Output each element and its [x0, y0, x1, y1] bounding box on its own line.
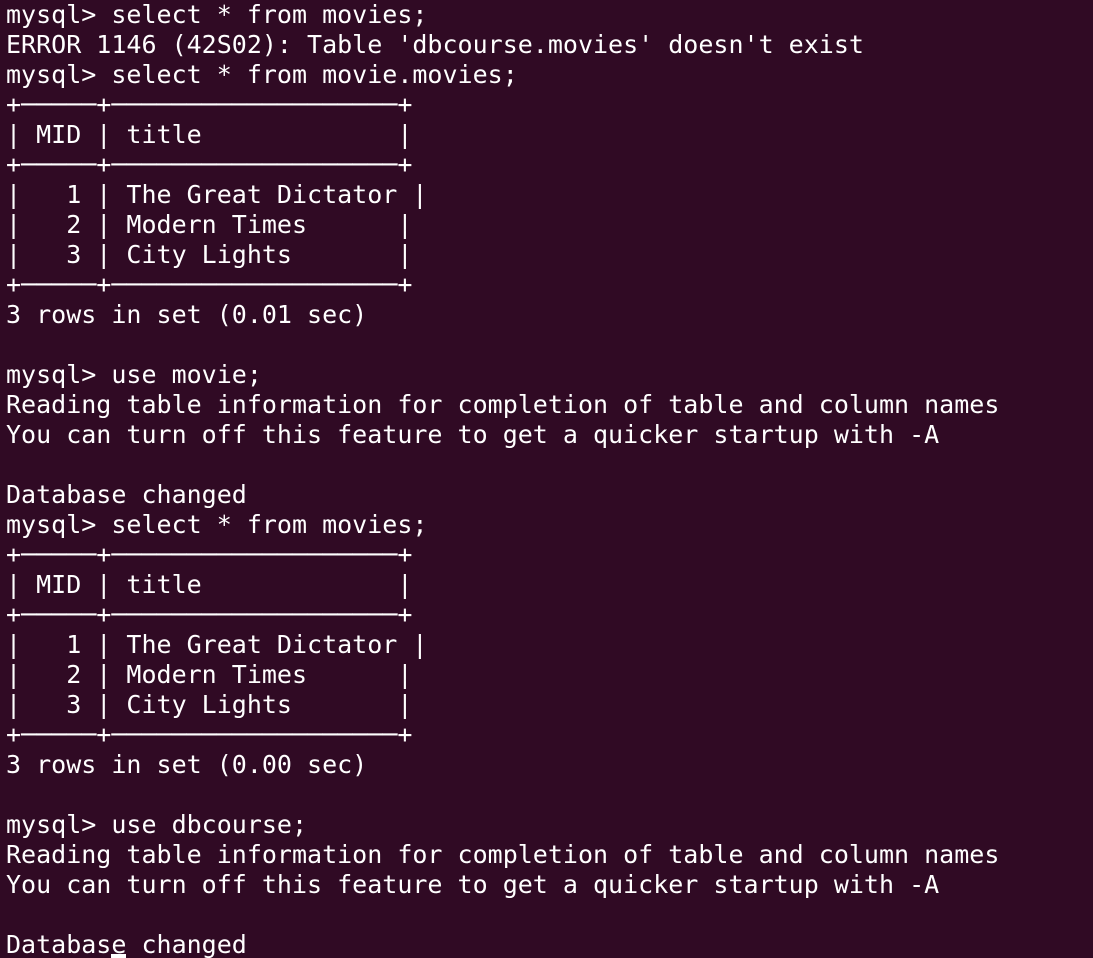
prompt-line: mysql> select * from movie.movies; — [6, 60, 518, 89]
terminal-output[interactable]: mysql> select * from movies; ERROR 1146 … — [0, 0, 1093, 958]
status-line: Database changed — [6, 930, 247, 958]
prompt-line: mysql> use movie; — [6, 360, 262, 389]
info-line: Reading table information for completion… — [6, 840, 1000, 869]
table-row: | 3 | City Lights | — [6, 690, 413, 719]
table-header: | MID | title | — [6, 120, 413, 149]
table-header: | MID | title | — [6, 570, 413, 599]
table-border: +─────+───────────────────+ — [6, 720, 413, 749]
info-line: You can turn off this feature to get a q… — [6, 420, 940, 449]
status-line: Database changed — [6, 480, 247, 509]
text-cursor — [111, 954, 126, 958]
table-row: | 1 | The Great Dictator | — [6, 180, 428, 209]
table-row: | 1 | The Great Dictator | — [6, 630, 428, 659]
prompt-line: mysql> select * from movies; — [6, 510, 428, 539]
table-border: +─────+───────────────────+ — [6, 540, 413, 569]
result-summary: 3 rows in set (0.01 sec) — [6, 300, 368, 329]
table-border: +─────+───────────────────+ — [6, 150, 413, 179]
prompt-line: mysql> select * from movies; — [6, 0, 428, 29]
table-row: | 2 | Modern Times | — [6, 210, 413, 239]
error-line: ERROR 1146 (42S02): Table 'dbcourse.movi… — [6, 30, 864, 59]
result-summary: 3 rows in set (0.00 sec) — [6, 750, 368, 779]
info-line: Reading table information for completion… — [6, 390, 1000, 419]
table-border: +─────+───────────────────+ — [6, 600, 413, 629]
table-row: | 3 | City Lights | — [6, 240, 413, 269]
table-row: | 2 | Modern Times | — [6, 660, 413, 689]
prompt-line: mysql> use dbcourse; — [6, 810, 308, 839]
table-border: +─────+───────────────────+ — [6, 90, 413, 119]
info-line: You can turn off this feature to get a q… — [6, 870, 940, 899]
table-border: +─────+───────────────────+ — [6, 270, 413, 299]
